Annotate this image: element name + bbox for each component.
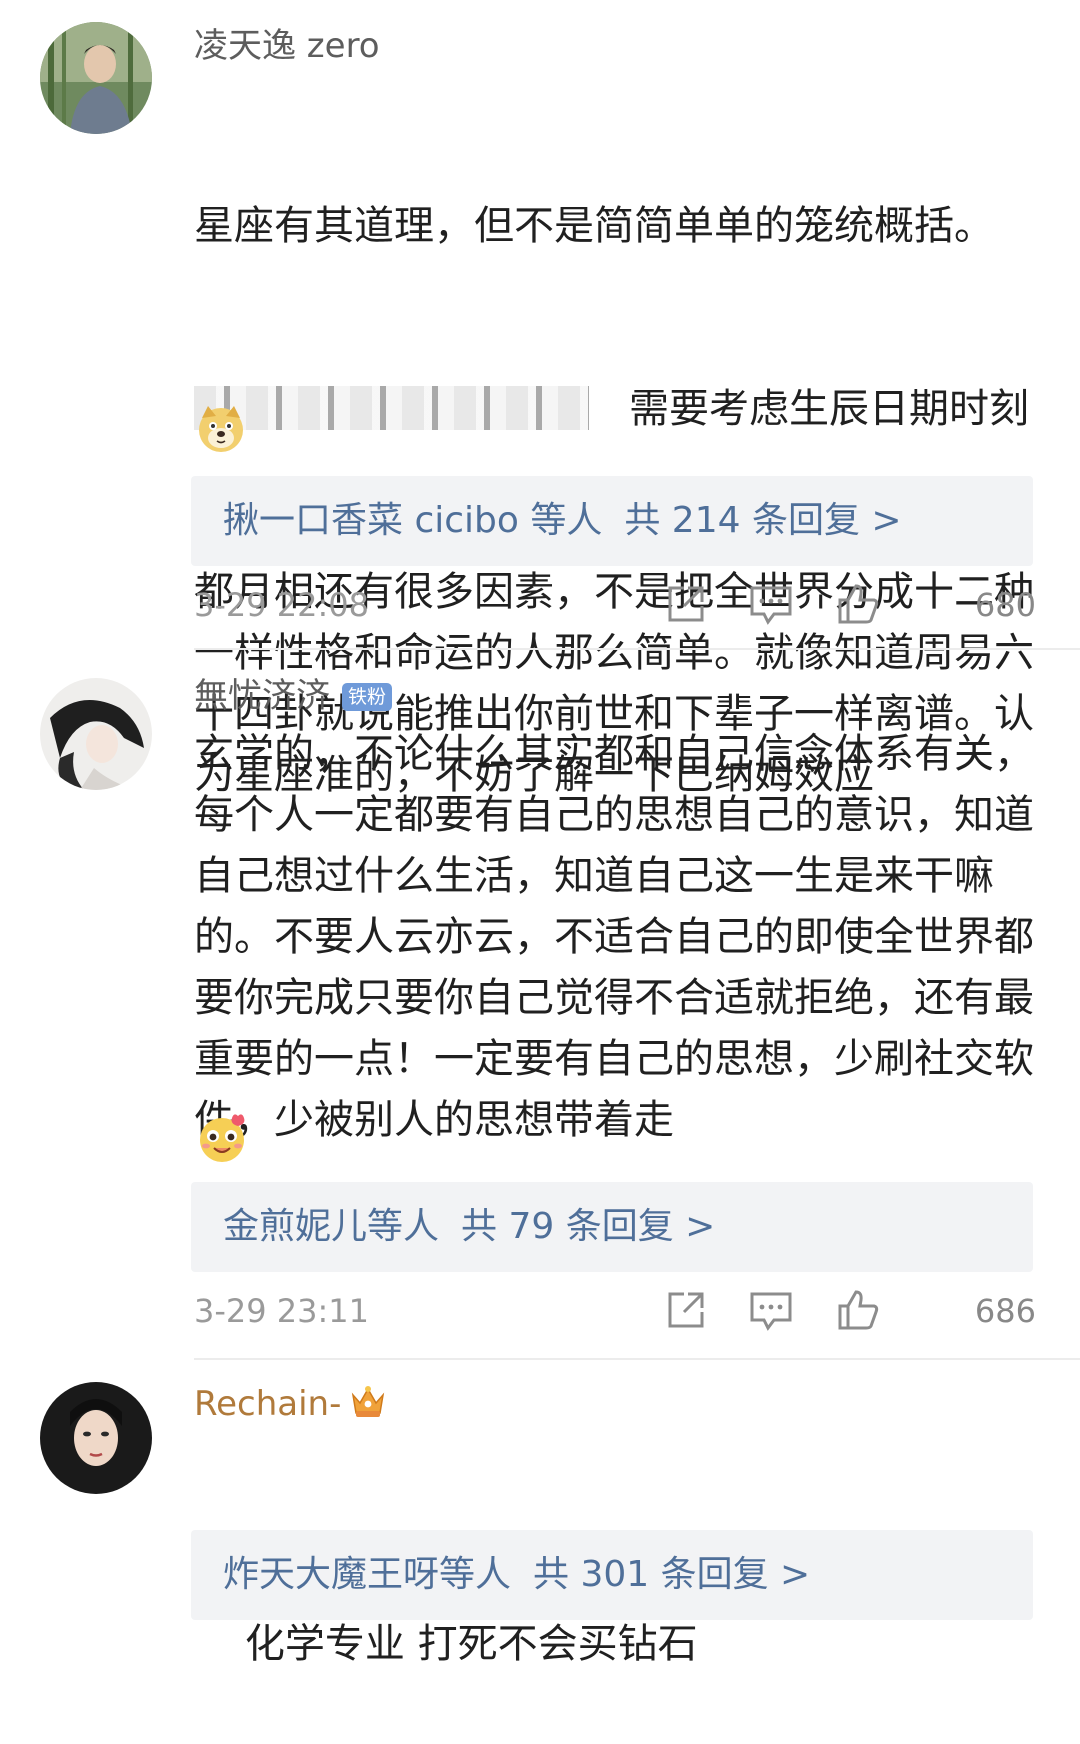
comment-line: 星座有其道理，但不是简简单单的笼统概括。 — [194, 203, 994, 249]
comment-item: 無忧济济 铁粉 玄学的，不论什么其实都和自己信念体系有关，每个人一定都要有自己的思… — [0, 650, 1080, 1362]
replies-users[interactable]: 揪一口香菜 cicibo 等人 — [223, 500, 602, 541]
comment-text: 玄学的，不论什么其实都和自己信念体系有关，每个人一定都要有自己的思想自己的意识，… — [194, 731, 1034, 1143]
thumbs-up-icon[interactable] — [836, 1288, 880, 1336]
comment-meta: 3-29 22:08 680 — [194, 580, 1036, 630]
cute-face-emoji — [196, 1112, 248, 1168]
replies-box[interactable]: 揪一口香菜 cicibo 等人共 214 条回复 > — [191, 476, 1033, 566]
blurred-text — [194, 386, 589, 430]
replies-count[interactable]: 共 79 条回复 > — [461, 1206, 715, 1247]
avatar[interactable] — [40, 22, 152, 134]
replies-count[interactable]: 共 214 条回复 > — [624, 500, 901, 541]
comment-line-tail: 需要考虑生辰日期时刻 — [629, 386, 1029, 432]
comment-line: 需要考虑生辰日期时刻 — [194, 379, 1034, 440]
replies-count[interactable]: 共 301 条回复 > — [533, 1554, 810, 1595]
replies-users[interactable]: 炸天大魔王呀等人 — [223, 1554, 511, 1595]
thumbs-up-icon[interactable] — [836, 582, 880, 630]
username[interactable]: 凌天逸 zero — [194, 24, 380, 68]
username-text[interactable]: 無忧济济 — [194, 676, 330, 716]
comment-line: 化学专业 打死不会买钻石 — [244, 1621, 698, 1667]
share-icon[interactable] — [664, 1288, 708, 1336]
fan-badge: 铁粉 — [342, 683, 393, 711]
comment-item: Rechain- 化学专业 打死不会买钻石 炸天大魔王呀等人共 301 条回复 … — [0, 1360, 1080, 1724]
doge-emoji — [196, 404, 246, 458]
timestamp: 3-29 23:11 — [194, 1292, 370, 1330]
username-text[interactable]: Rechain- — [194, 1384, 341, 1424]
replies-users[interactable]: 金煎妮儿等人 — [223, 1206, 439, 1247]
comment-item: 凌天逸 zero 星座有其道理，但不是简简单单的笼统概括。 需要考虑生辰日期时刻… — [0, 0, 1080, 798]
avatar[interactable] — [40, 1382, 152, 1494]
timestamp: 3-29 22:08 — [194, 586, 370, 624]
username[interactable]: Rechain- — [194, 1382, 387, 1430]
like-count: 680 — [974, 586, 1036, 624]
replies-box[interactable]: 金煎妮儿等人共 79 条回复 > — [191, 1182, 1033, 1272]
crown-icon — [349, 1383, 387, 1430]
like-count: 686 — [974, 1292, 1036, 1330]
comment-meta: 3-29 23:11 686 — [194, 1286, 1036, 1336]
username[interactable]: 無忧济济 铁粉 — [194, 674, 393, 718]
comment-icon[interactable] — [748, 582, 794, 630]
avatar[interactable] — [40, 678, 152, 790]
replies-box[interactable]: 炸天大魔王呀等人共 301 条回复 > — [191, 1530, 1033, 1620]
share-icon[interactable] — [664, 582, 708, 630]
comment-icon[interactable] — [748, 1288, 794, 1336]
